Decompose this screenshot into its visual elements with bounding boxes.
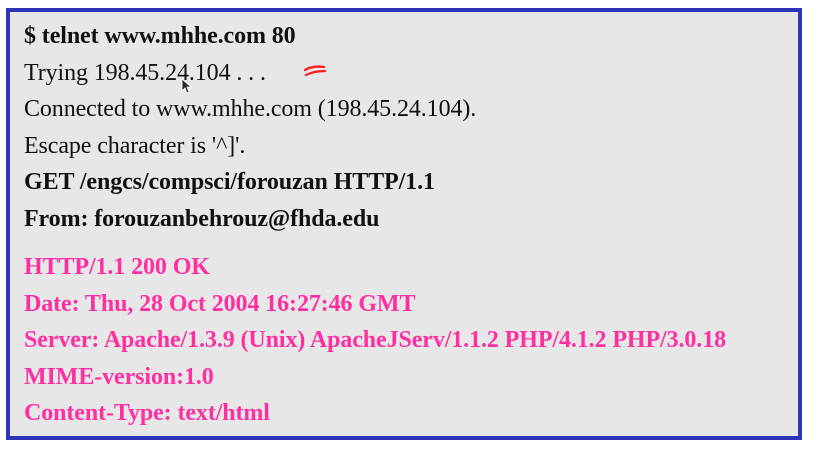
connected-line: Connected to www.mhhe.com (198.45.24.104… xyxy=(24,96,477,122)
screenshot-stage: $ telnet www.mhhe.com 80 Trying 198.45.2… xyxy=(0,0,818,452)
annotation-stroke-top xyxy=(303,65,326,72)
response-gap xyxy=(24,237,804,249)
handwritten-annotation-icon xyxy=(303,65,327,77)
annotation-stroke-bottom xyxy=(304,69,327,77)
http-status-line: HTTP/1.1 200 OK xyxy=(24,254,210,280)
telnet-output: $ telnet www.mhhe.com 80 Trying 198.45.2… xyxy=(24,18,804,432)
date-header-line: Date: Thu, 28 Oct 2004 16:27:46 GMT xyxy=(24,290,416,317)
from-header-line: From: forouzanbehrouz@fhda.edu xyxy=(24,205,380,232)
server-header-line: Server: Apache/1.3.9 (Unix) ApacheJServ/… xyxy=(24,327,726,353)
trying-line: Trying 198.45.24.104 . . . xyxy=(24,59,266,86)
http-request-line: GET /engcs/compsci/forouzan HTTP/1.1 xyxy=(24,169,435,195)
telnet-command-line: $ telnet www.mhhe.com 80 xyxy=(24,23,296,49)
content-type-line: Content-Type: text/html xyxy=(24,400,270,426)
mouse-cursor-icon xyxy=(181,78,193,94)
mime-version-line: MIME-version:1.0 xyxy=(24,363,214,390)
telnet-session-panel: $ telnet www.mhhe.com 80 Trying 198.45.2… xyxy=(6,8,802,440)
escape-character-line: Escape character is '^]'. xyxy=(24,132,246,159)
mouse-cursor-shape xyxy=(181,78,193,94)
